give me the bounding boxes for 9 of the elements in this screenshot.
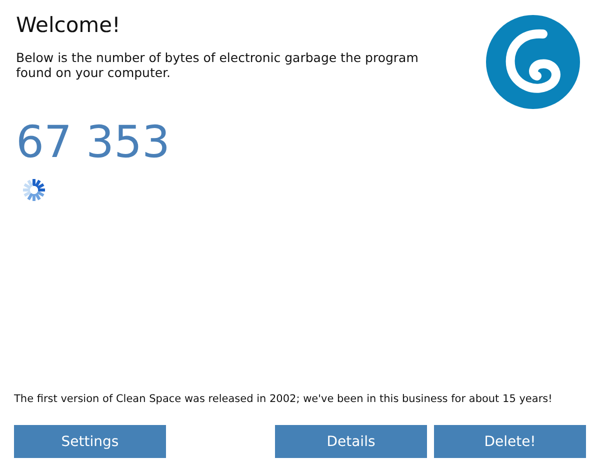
settings-button[interactable]: Settings [14, 425, 166, 458]
logo-icon [485, 14, 581, 110]
description-text: Below is the number of bytes of electronic garbage the program found on your computer. [16, 50, 420, 80]
delete-button[interactable]: Delete! [434, 425, 586, 458]
welcome-title: Welcome! [16, 12, 122, 39]
footer-note: The first version of Clean Space was released in 2002; we've been in this business for about 15 years! [14, 393, 552, 405]
byte-count: 67 353 [16, 118, 170, 168]
details-button[interactable]: Details [275, 425, 427, 458]
loading-spinner-icon [20, 176, 48, 204]
